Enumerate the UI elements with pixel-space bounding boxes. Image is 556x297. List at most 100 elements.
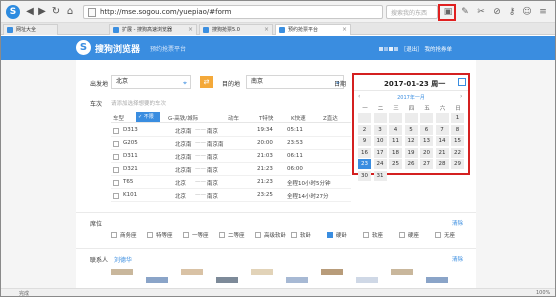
row-checkbox[interactable] bbox=[113, 128, 119, 134]
my-orders-link[interactable]: 我的抢券单 bbox=[425, 47, 453, 53]
seat-checkbox[interactable] bbox=[327, 232, 333, 238]
date-picker[interactable]: 2017-01-23 周一 ‹ 2017年一月 › 一二三四五六日 123456… bbox=[352, 73, 470, 181]
seat-option[interactable]: 软卧 bbox=[291, 231, 311, 239]
seat-checkbox[interactable] bbox=[147, 232, 153, 238]
calendar-day[interactable]: 3 bbox=[373, 124, 387, 135]
from-input[interactable]: 北京 ⌖ bbox=[111, 75, 191, 89]
seat-option[interactable]: 高级软卧 bbox=[255, 231, 286, 239]
forward-icon[interactable]: ▶ bbox=[36, 6, 48, 18]
contact-clear-link[interactable]: 清除 bbox=[452, 255, 463, 263]
blurred-contact[interactable] bbox=[321, 269, 343, 275]
calendar-day[interactable]: 6 bbox=[420, 124, 433, 135]
seat-option[interactable]: 特等座 bbox=[147, 231, 173, 239]
calendar-day[interactable]: 18 bbox=[389, 147, 402, 158]
seat-option[interactable]: 商务座 bbox=[111, 231, 137, 239]
calendar-day[interactable]: 2 bbox=[358, 124, 371, 135]
refresh-icon[interactable]: ↻ bbox=[50, 6, 62, 18]
tab-close-icon[interactable]: × bbox=[264, 25, 269, 35]
seat-option[interactable]: 无座 bbox=[435, 231, 455, 239]
blurred-contact[interactable] bbox=[356, 277, 378, 283]
calendar-day[interactable]: 26 bbox=[404, 159, 418, 169]
calendar-day[interactable]: 28 bbox=[435, 159, 449, 169]
to-input[interactable]: 南京 ⌖ bbox=[246, 75, 344, 89]
seat-checkbox[interactable] bbox=[399, 232, 405, 238]
tab-close-icon[interactable]: × bbox=[188, 25, 193, 35]
calendar-day[interactable]: 8 bbox=[451, 124, 464, 135]
filter-g-train[interactable]: G-高铁/城际 bbox=[168, 114, 198, 122]
table-row[interactable]: D311 北京南 南京 21:03 06:11 —— bbox=[111, 151, 351, 163]
row-checkbox[interactable] bbox=[113, 193, 119, 199]
seat-option[interactable]: 硬卧 bbox=[327, 231, 347, 239]
calendar-icon[interactable] bbox=[458, 78, 466, 86]
table-row[interactable]: D321 北京南 南京 21:23 06:00 —— bbox=[111, 164, 351, 176]
seat-checkbox[interactable] bbox=[435, 232, 441, 238]
seat-clear-link[interactable]: 清除 bbox=[452, 219, 463, 227]
blurred-contact[interactable] bbox=[391, 269, 413, 275]
calendar-day[interactable]: 21 bbox=[435, 147, 449, 158]
seat-checkbox[interactable] bbox=[183, 232, 189, 238]
calendar-day[interactable]: 4 bbox=[389, 124, 402, 135]
table-row[interactable]: K101 北京 南京 23:25 全程14小时27分 —— bbox=[111, 190, 351, 202]
calendar-day[interactable]: 27 bbox=[420, 159, 433, 169]
calendar-day[interactable]: 25 bbox=[389, 159, 402, 169]
calendar-day[interactable]: 15 bbox=[451, 136, 464, 146]
contact-name[interactable]: 刘德华 bbox=[114, 255, 132, 264]
menu-icon[interactable]: ≡ bbox=[537, 6, 549, 18]
blurred-contact[interactable] bbox=[251, 269, 273, 275]
calendar-day[interactable]: 30 bbox=[358, 170, 371, 181]
tab-4[interactable]: 预约抢票平台 × bbox=[275, 24, 351, 35]
tab-3[interactable]: 搜狗抢票5.0 × bbox=[199, 24, 273, 35]
seat-checkbox[interactable] bbox=[111, 232, 117, 238]
calendar-day[interactable]: 24 bbox=[373, 159, 387, 169]
scissors-icon[interactable]: ✂ bbox=[475, 6, 487, 18]
seat-checkbox[interactable] bbox=[255, 232, 261, 238]
ban-icon[interactable]: ⊘ bbox=[491, 6, 503, 18]
address-bar[interactable]: http://mse.sogou.com/yuepiao/#form bbox=[83, 5, 383, 19]
blurred-contact[interactable] bbox=[426, 277, 448, 283]
blurred-contact[interactable] bbox=[111, 269, 133, 275]
blurred-contact[interactable] bbox=[146, 277, 168, 283]
seat-checkbox[interactable] bbox=[219, 232, 225, 238]
calendar-day[interactable]: 19 bbox=[404, 147, 418, 158]
calendar-day[interactable]: 12 bbox=[404, 136, 418, 146]
swap-button[interactable]: ⇄ bbox=[200, 76, 213, 88]
filter-k-train[interactable]: K快速 bbox=[291, 114, 306, 122]
back-icon[interactable]: ◀ bbox=[24, 6, 36, 18]
search-box[interactable]: 搜索我的东西 bbox=[386, 5, 438, 19]
sogou-logo-icon[interactable]: S bbox=[6, 5, 20, 19]
calendar-day[interactable]: 9 bbox=[358, 136, 371, 146]
blurred-contact[interactable] bbox=[286, 277, 308, 283]
calendar-day[interactable]: 16 bbox=[358, 147, 371, 158]
calendar-day[interactable]: 10 bbox=[373, 136, 387, 146]
table-row[interactable]: D313 北京南 南京 19:34 05:11 —— bbox=[111, 125, 351, 137]
calendar-day[interactable]: 1 bbox=[451, 113, 464, 123]
logout-link[interactable]: ［退出］ bbox=[401, 47, 423, 53]
calendar-day[interactable]: 29 bbox=[451, 159, 464, 169]
calendar-day[interactable]: 11 bbox=[389, 136, 402, 146]
row-checkbox[interactable] bbox=[113, 180, 119, 186]
table-row[interactable]: G205 北京南 南京南 20:00 23:53 —— bbox=[111, 138, 351, 150]
seat-option[interactable]: 软座 bbox=[363, 231, 383, 239]
home-icon[interactable]: ⌂ bbox=[64, 6, 76, 18]
filter-t-train[interactable]: T特快 bbox=[259, 114, 273, 122]
seat-option[interactable]: 一等座 bbox=[183, 231, 209, 239]
row-checkbox[interactable] bbox=[113, 167, 119, 173]
key-icon[interactable]: ⚷ bbox=[506, 6, 518, 18]
seat-checkbox[interactable] bbox=[291, 232, 297, 238]
calendar-day[interactable]: 23 bbox=[358, 159, 371, 169]
calendar-day[interactable]: 7 bbox=[435, 124, 449, 135]
table-row[interactable]: T65 北京 南京 21:23 全程10小时5分钟 —— bbox=[111, 177, 351, 189]
calendar-day[interactable]: 20 bbox=[420, 147, 433, 158]
calendar-day[interactable]: 22 bbox=[451, 147, 464, 158]
pen-icon[interactable]: ✎ bbox=[459, 6, 471, 18]
calendar-day[interactable]: 31 bbox=[373, 170, 387, 181]
tab-2[interactable]: 扩展 - 搜狗高速浏览器 × bbox=[109, 24, 197, 35]
filter-z-train[interactable]: Z直达 bbox=[323, 114, 338, 122]
calendar-day[interactable]: 14 bbox=[435, 136, 449, 146]
seat-checkbox[interactable] bbox=[363, 232, 369, 238]
user-icon[interactable]: ☺ bbox=[521, 6, 533, 18]
tab-close-icon[interactable]: × bbox=[342, 25, 347, 35]
blurred-contact[interactable] bbox=[216, 277, 238, 283]
calendar-day[interactable]: 17 bbox=[373, 147, 387, 158]
row-checkbox[interactable] bbox=[113, 141, 119, 147]
